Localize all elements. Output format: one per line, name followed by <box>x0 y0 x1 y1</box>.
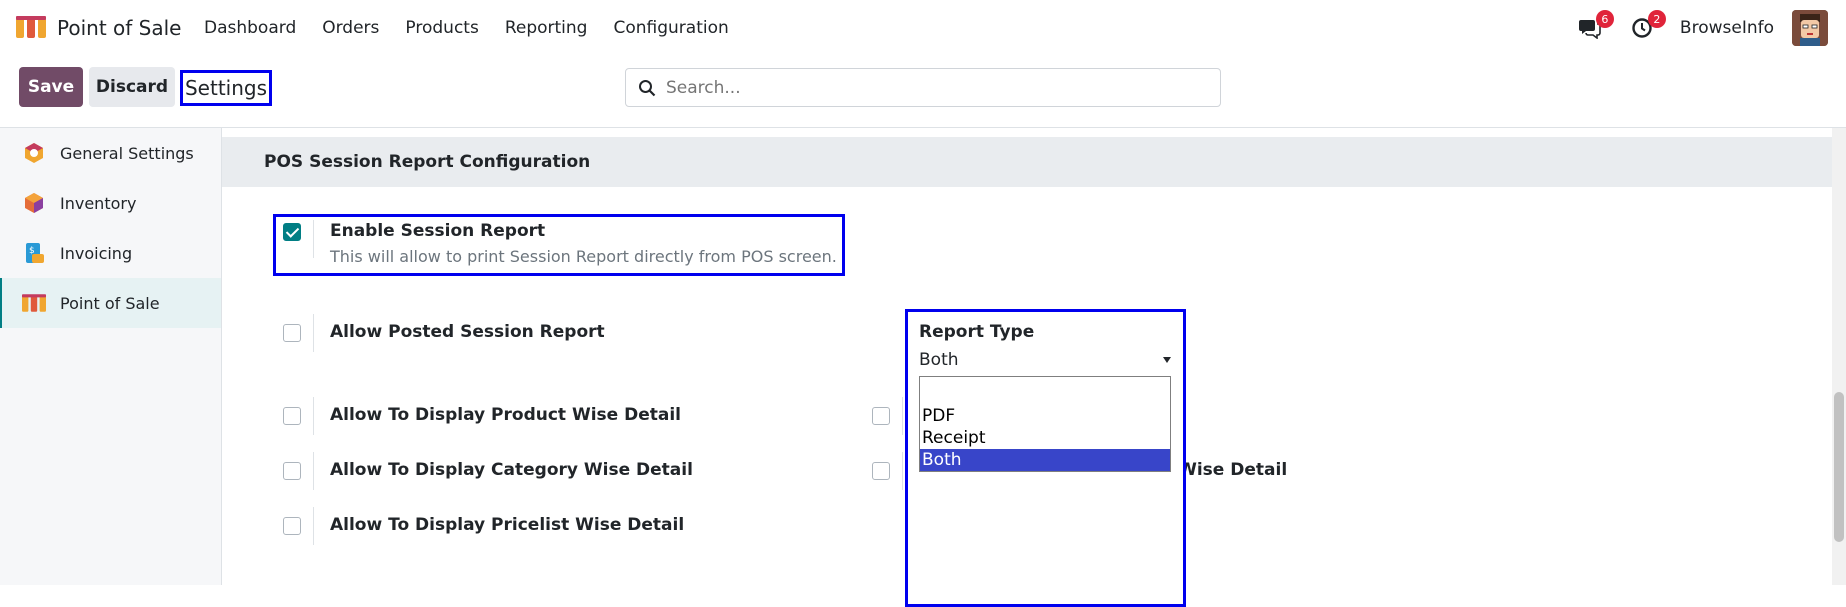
pos-app-icon[interactable] <box>16 16 46 38</box>
search-icon <box>639 79 656 96</box>
caret-down-icon <box>1163 357 1171 363</box>
search-input[interactable] <box>666 77 1206 98</box>
section-title: POS Session Report Configuration <box>222 137 1832 187</box>
allow-posted-session-report-label: Allow Posted Session Report <box>330 322 605 342</box>
divider <box>902 397 903 435</box>
settings-content: POS Session Report Configuration Enable … <box>222 128 1832 607</box>
pos-store-icon <box>22 291 46 315</box>
scrollbar[interactable] <box>1832 128 1846 585</box>
allow-posted-session-report-checkbox[interactable] <box>283 324 301 342</box>
report-type-dropdown: PDF Receipt Both <box>919 376 1171 472</box>
enable-session-report-description: This will allow to print Session Report … <box>330 247 837 266</box>
divider <box>902 452 903 490</box>
product-wise-detail-label: Allow To Display Product Wise Detail <box>330 405 682 425</box>
save-button[interactable]: Save <box>19 67 83 107</box>
divider <box>313 314 314 352</box>
systray: 6 2 BrowseInfo <box>1576 10 1828 46</box>
sidebar-item-label: Point of Sale <box>60 293 160 313</box>
enable-session-report-checkbox[interactable] <box>283 223 301 241</box>
activities-button[interactable]: 2 <box>1628 10 1666 42</box>
sidebar-item-label: Inventory <box>60 193 137 213</box>
menu-reporting[interactable]: Reporting <box>505 18 588 38</box>
activities-badge: 2 <box>1647 10 1666 28</box>
page-title: Settings <box>180 70 272 106</box>
product-wise-detail-checkbox[interactable] <box>283 407 301 425</box>
report-type-option-pdf[interactable]: PDF <box>920 405 1170 427</box>
company-switcher[interactable]: BrowseInfo <box>1680 18 1774 38</box>
messages-button[interactable]: 6 <box>1576 10 1614 42</box>
report-type-label: Report Type <box>919 322 1035 342</box>
messages-badge: 6 <box>1595 10 1614 28</box>
invoice-icon: $ <box>22 241 46 265</box>
sidebar-item-label: General Settings <box>60 143 194 163</box>
pricelist-wise-detail-label: Allow To Display Pricelist Wise Detail <box>330 515 685 535</box>
category-wise-detail-checkbox[interactable] <box>283 462 301 480</box>
app-name[interactable]: Point of Sale <box>57 16 181 40</box>
report-type-option-receipt[interactable]: Receipt <box>920 427 1170 449</box>
divider <box>313 507 314 545</box>
user-avatar[interactable] <box>1792 10 1828 46</box>
sidebar-item-general-settings[interactable]: General Settings <box>0 128 221 178</box>
report-type-option-both[interactable]: Both <box>920 449 1170 471</box>
main-menu: Dashboard Orders Products Reporting Conf… <box>204 18 755 38</box>
divider <box>313 220 314 258</box>
report-type-select[interactable]: Both <box>919 350 1171 370</box>
settings-hexagon-icon <box>22 141 46 165</box>
search-box[interactable] <box>625 68 1221 107</box>
sidebar-item-label: Invoicing <box>60 243 133 263</box>
avatar-face-icon <box>1792 10 1828 46</box>
category-wise-detail-label: Allow To Display Category Wise Detail <box>330 460 693 480</box>
menu-orders[interactable]: Orders <box>322 18 379 38</box>
right-column-row1-checkbox[interactable] <box>872 407 890 425</box>
sidebar-item-inventory[interactable]: Inventory <box>0 178 221 228</box>
report-type-option-empty[interactable] <box>920 377 1170 405</box>
top-navbar: Point of Sale Dashboard Orders Products … <box>0 0 1846 56</box>
divider <box>313 452 314 490</box>
pricelist-wise-detail-checkbox[interactable] <box>283 517 301 535</box>
enable-session-report-label: Enable Session Report <box>330 221 546 241</box>
scrollbar-thumb[interactable] <box>1834 392 1844 542</box>
customer-wise-detail-checkbox[interactable] <box>872 462 890 480</box>
discard-button[interactable]: Discard <box>89 67 175 107</box>
inventory-box-icon <box>22 191 46 215</box>
divider <box>313 397 314 435</box>
control-panel: Save Discard Settings <box>0 56 1846 128</box>
menu-products[interactable]: Products <box>405 18 478 38</box>
sidebar-item-invoicing[interactable]: $ Invoicing <box>0 228 221 278</box>
menu-configuration[interactable]: Configuration <box>613 18 728 38</box>
sidebar-item-point-of-sale[interactable]: Point of Sale <box>0 278 221 328</box>
settings-sidebar: General Settings Inventory $ Invoicing P… <box>0 128 222 585</box>
report-type-value: Both <box>919 350 959 370</box>
menu-dashboard[interactable]: Dashboard <box>204 18 296 38</box>
svg-text:$: $ <box>29 246 35 256</box>
